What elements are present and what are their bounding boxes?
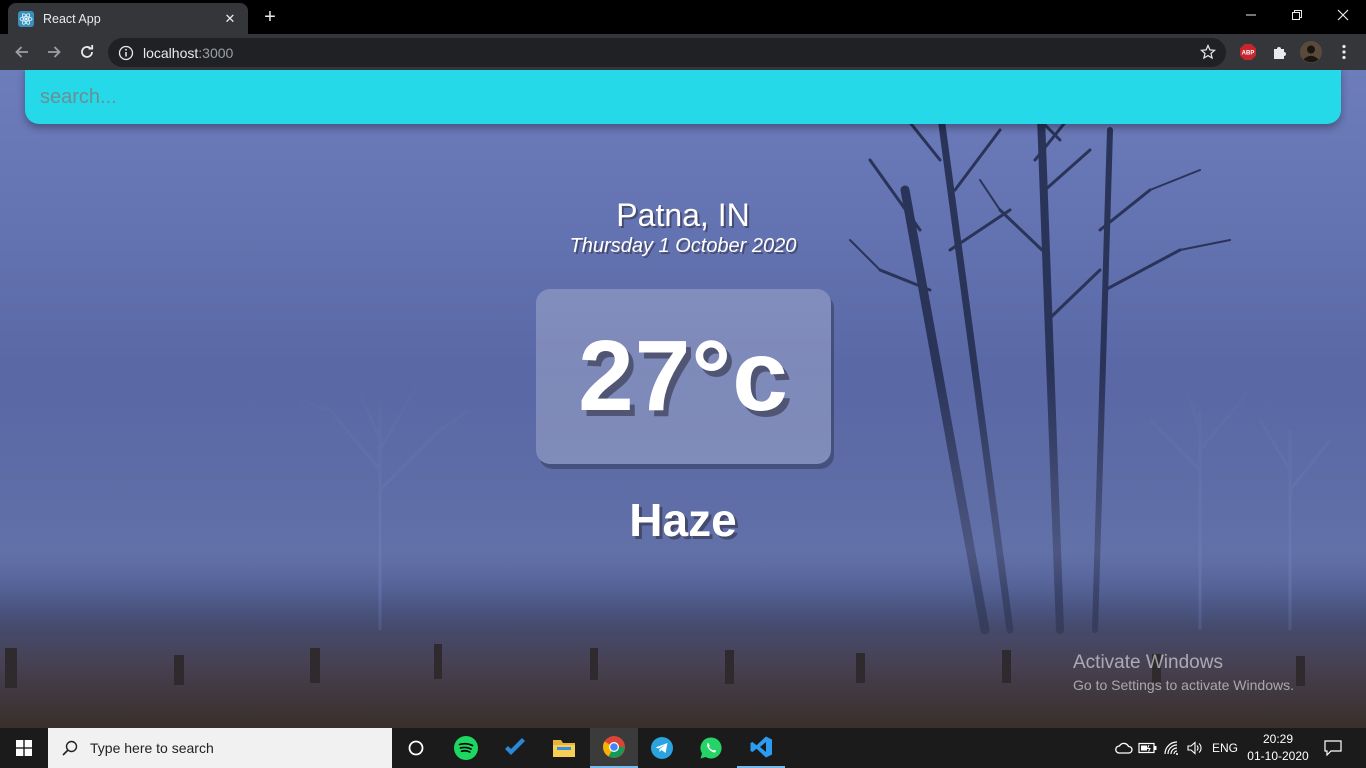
notifications-icon[interactable] [1323, 738, 1343, 758]
vscode-icon [750, 736, 772, 758]
taskbar-search-text: Type here to search [90, 740, 214, 756]
clock-time: 20:29 [1262, 732, 1294, 746]
todo-checkmark-icon [505, 738, 525, 755]
battery-charging-icon[interactable] [1138, 738, 1158, 758]
windows-logo-icon [16, 740, 32, 756]
start-button[interactable] [0, 728, 48, 768]
minimize-icon [1246, 14, 1256, 16]
close-icon [1337, 9, 1349, 21]
taskbar-whatsapp[interactable] [687, 728, 735, 768]
reload-icon [81, 45, 94, 58]
taskbar-chrome[interactable] [590, 728, 638, 768]
search-input[interactable] [25, 70, 1341, 124]
site-info-icon[interactable] [118, 45, 134, 61]
taskbar-vscode[interactable] [737, 728, 785, 768]
wifi-icon[interactable] [1162, 738, 1182, 758]
react-logo-icon [18, 10, 34, 27]
adblock-extension-icon[interactable]: ABP [1237, 41, 1259, 63]
cortana-button[interactable] [392, 728, 440, 768]
profile-avatar[interactable] [1300, 41, 1322, 63]
whatsapp-icon [700, 737, 722, 759]
search-icon [62, 740, 78, 756]
browser-titlebar: React App ✕ + [0, 0, 1366, 34]
folder-icon [553, 740, 575, 757]
tab-title: React App [43, 11, 101, 26]
forward-button[interactable] [42, 40, 66, 64]
browser-tab[interactable]: React App ✕ [8, 3, 248, 34]
close-window-button[interactable] [1320, 0, 1366, 30]
taskbar-telegram[interactable] [638, 728, 686, 768]
taskbar-spotify[interactable] [442, 728, 490, 768]
tab-close-icon[interactable]: ✕ [222, 11, 238, 27]
search-bar [25, 70, 1341, 124]
taskbar-file-explorer[interactable] [540, 728, 588, 768]
clock-date: 01-10-2020 [1247, 749, 1309, 763]
taskbar-todo[interactable] [491, 728, 539, 768]
reload-button[interactable] [75, 40, 99, 64]
weather-condition: Haze [629, 494, 737, 546]
language-indicator[interactable]: ENG [1212, 741, 1238, 755]
spotify-icon [454, 736, 478, 760]
taskbar-search-box[interactable]: Type here to search [48, 728, 392, 768]
chrome-icon [603, 736, 625, 758]
activate-windows-title: Activate Windows [1073, 652, 1223, 673]
minimize-button[interactable] [1228, 0, 1274, 30]
restore-button[interactable] [1274, 0, 1320, 30]
address-bar[interactable]: localhost:3000 [108, 38, 1226, 67]
back-button[interactable] [10, 40, 34, 64]
volume-icon[interactable] [1185, 738, 1205, 758]
new-tab-button[interactable]: + [258, 6, 282, 28]
forward-arrow-icon [48, 46, 61, 58]
temperature-value: 27°c [578, 320, 789, 432]
url-host: localhost [143, 44, 199, 61]
weather-app-page: Patna, IN Thursday 1 October 2020 27°c H… [0, 70, 1366, 728]
onedrive-cloud-icon[interactable] [1114, 738, 1134, 758]
browser-menu-icon[interactable] [1333, 41, 1355, 63]
taskbar-clock[interactable]: 20:29 01-10-2020 [1245, 731, 1311, 765]
date-label: Thursday 1 October 2020 [569, 235, 797, 257]
back-arrow-icon [15, 46, 28, 58]
browser-toolbar: localhost:3000 ABP [0, 34, 1366, 70]
url-text: localhost:3000 [143, 45, 233, 61]
svg-text:ABP: ABP [1242, 51, 1255, 57]
bookmark-star-icon[interactable] [1200, 44, 1216, 60]
location-label: Patna, IN [616, 197, 750, 233]
temperature-box: 27°c [536, 289, 831, 464]
cortana-circle-icon [408, 740, 424, 756]
url-port: :3000 [198, 44, 234, 61]
activate-windows-watermark: Activate Windows Go to Settings to activ… [1073, 652, 1294, 693]
activate-windows-subtitle: Go to Settings to activate Windows. [1073, 677, 1294, 693]
telegram-icon [651, 737, 673, 759]
restore-icon [1292, 10, 1302, 20]
windows-taskbar: Type here to search ENG 20:29 01-10-2020 [0, 728, 1366, 768]
extensions-puzzle-icon[interactable] [1269, 41, 1291, 63]
